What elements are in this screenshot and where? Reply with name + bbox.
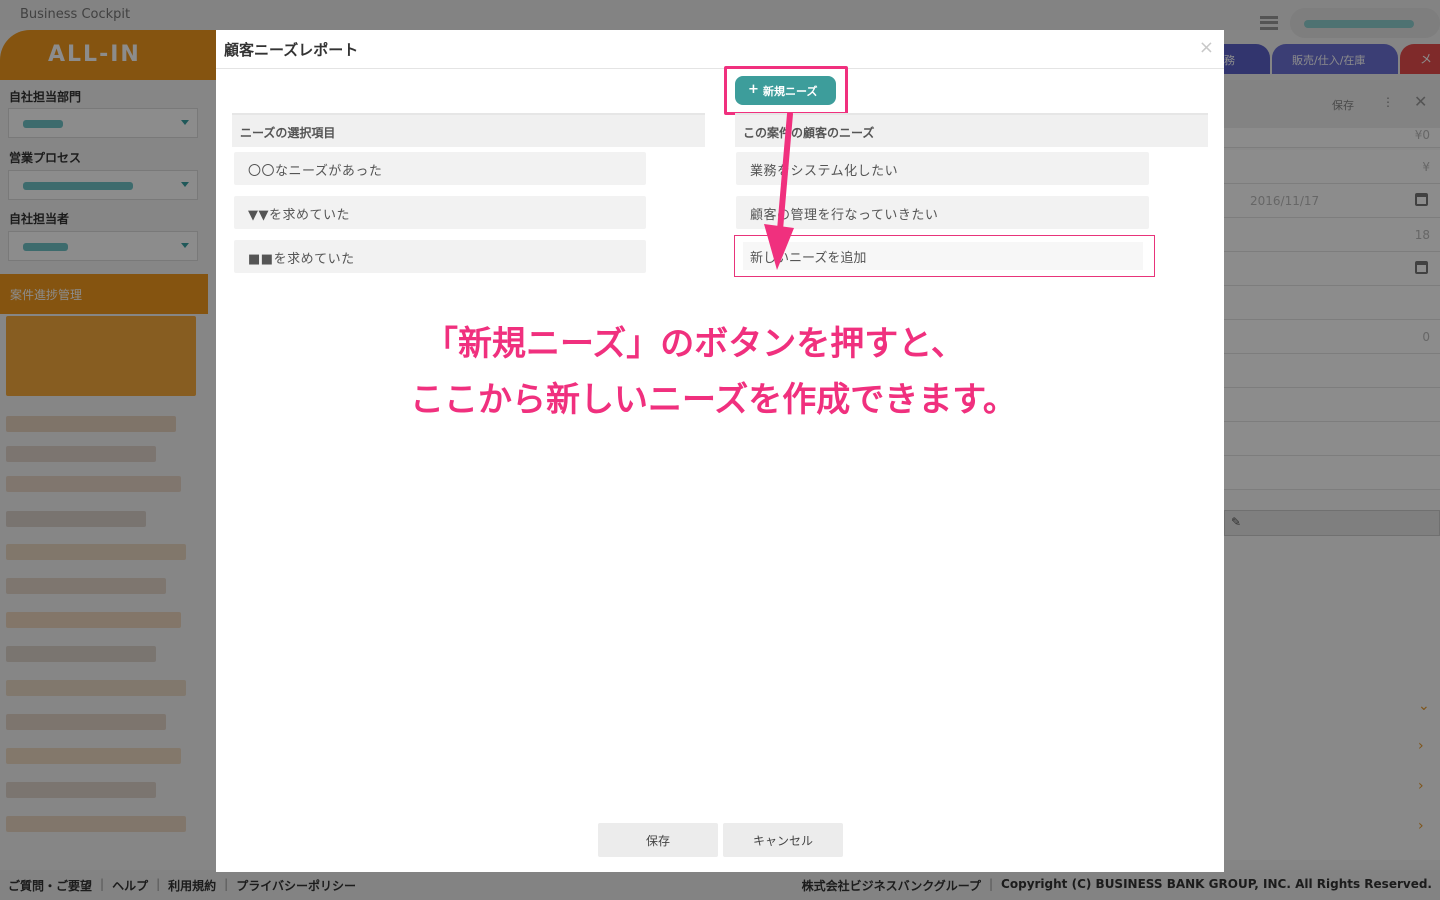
- new-need-button[interactable]: + 新規ニーズ: [735, 76, 836, 105]
- close-icon[interactable]: ×: [1199, 37, 1214, 58]
- new-need-button-label: 新規ニーズ: [763, 85, 818, 98]
- new-need-input[interactable]: [743, 242, 1143, 270]
- need-option-item[interactable]: ▼▼を求めていた: [234, 196, 646, 229]
- new-need-highlight: + 新規ニーズ: [724, 66, 848, 115]
- needs-options-title: ニーズの選択項目: [240, 126, 336, 140]
- annotation-line-2: ここから新しいニーズを作成できます。: [410, 380, 1017, 420]
- need-option-item[interactable]: ■■を求めていた: [234, 240, 646, 273]
- customer-need-item[interactable]: 顧客の管理を行なっていきたい: [736, 196, 1149, 229]
- new-need-row: [734, 235, 1155, 277]
- need-option-item[interactable]: 〇〇なニーズがあった: [234, 152, 646, 185]
- cancel-button[interactable]: キャンセル: [723, 823, 843, 857]
- needs-options-header: ニーズの選択項目: [232, 113, 705, 147]
- save-button[interactable]: 保存: [598, 823, 718, 857]
- customer-need-item[interactable]: 業務をシステム化したい: [736, 152, 1149, 185]
- modal-title: 顧客ニーズレポート: [224, 41, 359, 59]
- annotation-line-1: 「新規ニーズ」のボタンを押すと、: [424, 324, 965, 364]
- plus-icon: +: [748, 82, 759, 97]
- customer-needs-modal: 顧客ニーズレポート × + 新規ニーズ ニーズの選択項目 〇〇なニーズがあった …: [216, 30, 1224, 872]
- customer-needs-header: この案件の顧客のニーズ: [735, 113, 1208, 147]
- modal-header: 顧客ニーズレポート ×: [216, 30, 1224, 69]
- annotation-arrow: [764, 112, 794, 270]
